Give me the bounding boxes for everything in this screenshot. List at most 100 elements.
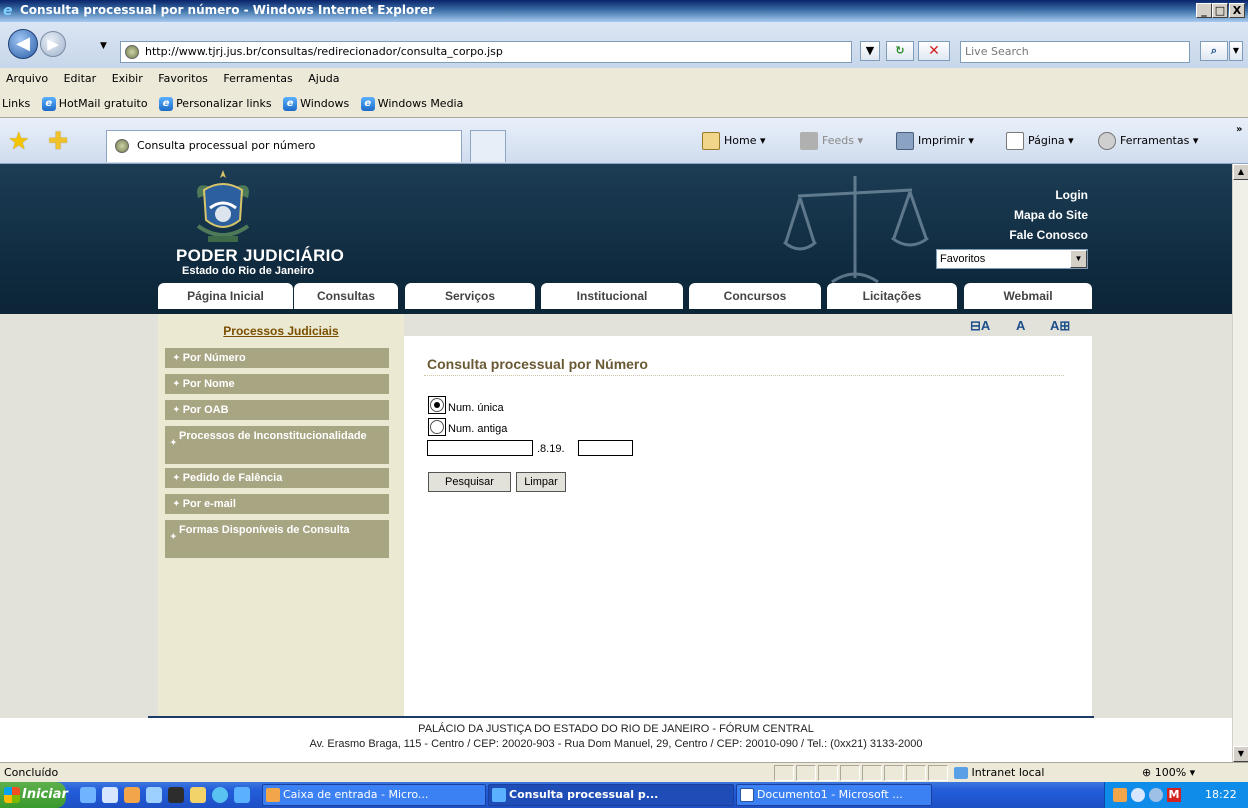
page-menu-button[interactable]: Página ▾: [1006, 132, 1074, 150]
nav-consultas[interactable]: Consultas: [294, 283, 398, 309]
outlook-icon: [266, 788, 280, 802]
quicklaunch-doc-icon[interactable]: [102, 787, 118, 803]
menu-ferramentas[interactable]: Ferramentas: [223, 72, 292, 85]
sitemap-link[interactable]: Mapa do Site: [1014, 208, 1088, 222]
quicklaunch-ie-icon[interactable]: [234, 787, 250, 803]
sidebar-item-inconstitucionalidade[interactable]: ✦ Processos de Inconstitucionalidade: [165, 426, 389, 466]
feeds-button[interactable]: Feeds ▾: [800, 132, 863, 150]
search-button[interactable]: ⌕: [1200, 41, 1228, 61]
search-options-dropdown[interactable]: ▼: [1229, 41, 1243, 61]
menu-arquivo[interactable]: Arquivo: [6, 72, 48, 85]
vertical-scrollbar[interactable]: ▲ ▼: [1232, 164, 1248, 762]
link-personalizar[interactable]: e Personalizar links: [151, 97, 272, 111]
clock[interactable]: 18:22: [1205, 782, 1237, 808]
chevron-more-icon[interactable]: »: [1236, 124, 1242, 135]
add-favorites-star-icon[interactable]: ✚: [48, 127, 68, 155]
live-search-input[interactable]: Live Search: [960, 41, 1190, 63]
menu-ajuda[interactable]: Ajuda: [308, 72, 339, 85]
favorites-center-star-icon[interactable]: ★: [8, 127, 30, 155]
clear-button[interactable]: Limpar: [516, 472, 566, 492]
bullet-icon: ✦: [170, 438, 177, 447]
taskbar-task-word[interactable]: Documento1 - Microsoft ...: [736, 784, 932, 806]
nav-pagina-inicial[interactable]: Página Inicial: [158, 283, 293, 309]
favorites-select[interactable]: Favoritos ▼: [936, 249, 1088, 269]
taskbar-task-ie[interactable]: Consulta processual p...: [488, 784, 734, 806]
quicklaunch-app-icon[interactable]: [146, 787, 162, 803]
taskbar-task-mail[interactable]: Caixa de entrada - Micro...: [262, 784, 486, 806]
bullet-icon: ✦: [173, 405, 180, 414]
chevron-down-icon[interactable]: ▼: [1070, 250, 1087, 268]
footer-line-2: Av. Erasmo Braga, 115 - Centro / CEP: 20…: [309, 738, 923, 750]
origin-code-input[interactable]: [578, 440, 633, 456]
sidebar-item-por-nome[interactable]: ✦ Por Nome: [165, 374, 389, 396]
sidebar-item-por-email[interactable]: ✦ Por e-mail: [165, 494, 389, 516]
link-windows[interactable]: e Windows: [275, 97, 349, 111]
scroll-up-arrow-icon[interactable]: ▲: [1233, 164, 1248, 180]
scroll-down-arrow-icon[interactable]: ▼: [1233, 746, 1248, 762]
tray-status-icon[interactable]: [1149, 788, 1163, 802]
site-header: PODER JUDICIÁRIO Estado do Rio de Janeir…: [0, 164, 1232, 314]
tray-m-icon[interactable]: M: [1167, 788, 1181, 802]
address-dropdown-button[interactable]: ▼: [860, 41, 880, 61]
maximize-button[interactable]: □: [1212, 3, 1228, 18]
tab-current[interactable]: Consulta processual por número: [106, 130, 462, 162]
search-submit-button[interactable]: Pesquisar: [428, 472, 511, 492]
printer-icon: [896, 132, 914, 150]
tools-menu-button[interactable]: Ferramentas ▾: [1098, 132, 1198, 150]
link-windows-media[interactable]: e Windows Media: [353, 97, 463, 111]
menu-exibir[interactable]: Exibir: [112, 72, 143, 85]
quicklaunch-desktop-icon[interactable]: [80, 787, 96, 803]
sidebar-title[interactable]: Processos Judiciais: [158, 324, 404, 338]
login-link[interactable]: Login: [1055, 188, 1088, 202]
minimize-button[interactable]: _: [1196, 3, 1212, 18]
process-number-input[interactable]: [427, 440, 533, 456]
nav-concursos[interactable]: Concursos: [689, 283, 821, 309]
decrease-font-button[interactable]: ⊟A: [970, 318, 990, 334]
security-zone[interactable]: Intranet local: [954, 763, 1044, 782]
tray-network-icon[interactable]: [1131, 788, 1145, 802]
address-bar[interactable]: http://www.tjrj.jus.br/consultas/redirec…: [120, 41, 852, 63]
radio-num-antiga-frame[interactable]: [428, 418, 446, 436]
sidebar-item-pedido-falencia[interactable]: ✦ Pedido de Falência: [165, 468, 389, 490]
magnifier-icon: ⊕: [1142, 766, 1152, 779]
start-button[interactable]: Iniciar: [0, 782, 68, 808]
nav-servicos[interactable]: Serviços: [405, 283, 535, 309]
increase-font-button[interactable]: A⊞: [1050, 318, 1070, 334]
quicklaunch-outlook-icon[interactable]: [124, 787, 140, 803]
links-label: Links: [2, 97, 31, 110]
window-title-bar[interactable]: e Consulta processual por número - Windo…: [0, 0, 1248, 22]
refresh-button[interactable]: ↻: [886, 41, 914, 61]
nav-webmail[interactable]: Webmail: [964, 283, 1092, 309]
radio-num-unica-frame[interactable]: [428, 396, 446, 414]
radio-num-antiga[interactable]: [430, 420, 444, 434]
recent-pages-dropdown-icon[interactable]: ▼: [100, 41, 107, 51]
brand-subtitle: Estado do Rio de Janeiro: [182, 265, 315, 277]
menu-favoritos[interactable]: Favoritos: [158, 72, 208, 85]
status-cell: [774, 765, 794, 781]
normal-font-button[interactable]: A: [1016, 318, 1025, 333]
gear-icon: [1098, 132, 1116, 150]
sidebar-item-formas-disponiveis[interactable]: ✦ Formas Disponíveis de Consulta: [165, 520, 389, 560]
forward-button[interactable]: ▶: [40, 31, 66, 57]
home-button[interactable]: Home ▾: [702, 132, 766, 150]
quicklaunch-media-icon[interactable]: [212, 787, 228, 803]
zoom-level-button[interactable]: ⊕ 100% ▾: [1142, 763, 1195, 782]
command-bar: ★ ✚ Consulta processual por número Home …: [0, 118, 1248, 164]
tray-clock-icon[interactable]: [1113, 788, 1127, 802]
link-hotmail[interactable]: e HotMail gratuito: [34, 97, 148, 111]
new-tab-button[interactable]: [470, 130, 506, 162]
back-button[interactable]: ◀: [8, 29, 38, 59]
contact-link[interactable]: Fale Conosco: [1009, 228, 1088, 242]
quicklaunch-folder-icon[interactable]: [190, 787, 206, 803]
sidebar-item-por-numero[interactable]: ✦ Por Número: [165, 348, 389, 370]
print-button[interactable]: Imprimir ▾: [896, 132, 974, 150]
quicklaunch-cmd-icon[interactable]: [168, 787, 184, 803]
menu-editar[interactable]: Editar: [64, 72, 97, 85]
nav-institucional[interactable]: Institucional: [541, 283, 683, 309]
radio-num-unica[interactable]: [430, 398, 444, 412]
footer-line-1: PALÁCIO DA JUSTIÇA DO ESTADO DO RIO DE J…: [418, 723, 814, 735]
close-button[interactable]: X: [1229, 3, 1245, 18]
nav-licitacoes[interactable]: Licitações: [827, 283, 957, 309]
sidebar-item-por-oab[interactable]: ✦ Por OAB: [165, 400, 389, 422]
stop-button[interactable]: ✕: [918, 41, 950, 61]
